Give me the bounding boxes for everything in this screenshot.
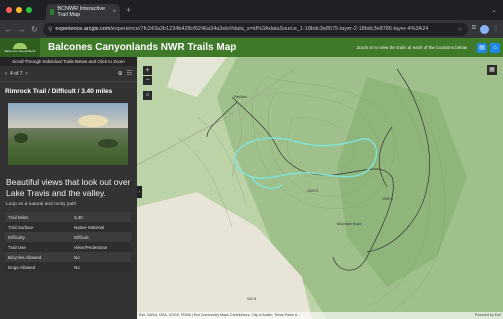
new-tab-icon[interactable]: +: [126, 5, 131, 15]
attribution-text: Esri, NASA, NGA, USGS, FEMA | Esri Commu…: [139, 313, 302, 317]
trail-info-panel: Scroll Through Individual Trails Below a…: [0, 57, 137, 319]
reload-icon[interactable]: ↻: [30, 25, 39, 34]
attribute-label: Difficulty: [5, 232, 71, 242]
url-text: experience.arcgis.com/experience/7fc243a…: [55, 26, 429, 32]
address-bar[interactable]: ⚲ experience.arcgis.com/experience/7fc24…: [43, 22, 468, 36]
map-label-pavilion: Pavilion: [234, 95, 247, 99]
attribute-value: Hiker/Pedestrian: [71, 242, 131, 252]
attribute-label: Dogs Allowed: [5, 262, 71, 272]
zoom-hint: Zoom in to view the trails at each of th…: [356, 45, 467, 50]
profile-avatar[interactable]: [480, 24, 489, 34]
close-window-button[interactable]: [6, 7, 12, 13]
map-label-elevation: 1000 ft: [382, 197, 393, 201]
table-row: Difficulty Difficult: [5, 232, 131, 242]
window-controls: [6, 7, 32, 13]
trail-subtitle: Loop on a natural and rocky path: [6, 202, 77, 207]
tab-title: BCNWR Interactive Trail Map: [57, 6, 106, 18]
browser-menu-icon[interactable]: ⋮: [493, 25, 499, 34]
home-icon[interactable]: ⌂: [143, 91, 152, 100]
app-header: Balcones Canyonlands Balcones Canyonland…: [0, 38, 503, 57]
app-title: Balcones Canyonlands NWR Trails Map: [48, 42, 237, 53]
logo-text: Balcones Canyonlands: [4, 48, 36, 53]
print-icon[interactable]: ▤: [477, 42, 487, 53]
map-label-elevation: 1020 ft: [307, 189, 318, 193]
collapse-panel-button[interactable]: ‹: [137, 186, 142, 198]
zoom-out-button[interactable]: −: [143, 76, 152, 85]
attribute-value: Difficult: [71, 232, 131, 242]
trail-map[interactable]: Pavilion 1020 ft 1000 ft 940 ft Mountain…: [137, 57, 503, 319]
map-label-elevation: 940 ft: [247, 297, 256, 301]
trail-description: Beautiful views that look out over Lake …: [6, 177, 131, 198]
table-row: Dogs Allowed No: [5, 262, 131, 272]
trail-photo: [8, 103, 128, 165]
map-canvas: [137, 57, 503, 319]
zoom-in-button[interactable]: +: [143, 66, 152, 75]
pager-count: 4 of 7: [10, 70, 23, 77]
next-feature-icon[interactable]: ›: [26, 71, 28, 77]
bookmark-star-icon[interactable]: ☆: [457, 26, 462, 33]
share-icon[interactable]: ⌂: [490, 42, 500, 53]
trail-title: Rimrock Trail / Difficult / 3.40 miles: [5, 88, 113, 95]
attribute-label: Trail Use: [5, 242, 71, 252]
back-arrow-icon[interactable]: ←: [4, 25, 13, 34]
attribute-value: 3.40: [71, 212, 131, 222]
browser-tab-bar: BCNWR Interactive Trail Map × + ⌄: [0, 0, 503, 20]
map-label-road: Mountain Road: [337, 222, 362, 226]
browser-toolbar: ← → ↻ ⚲ experience.arcgis.com/experience…: [0, 20, 503, 38]
attribute-value: No: [71, 252, 131, 262]
feature-pager: ‹ 4 of 7 › ⊕ ☷: [0, 66, 137, 82]
powered-by-esri[interactable]: Powered by Esri: [475, 312, 503, 319]
attribute-value: Native Material: [71, 222, 131, 232]
refuge-logo: Balcones Canyonlands: [0, 38, 40, 57]
attribute-label: Trail Miles: [5, 212, 71, 222]
favicon-icon: [50, 9, 55, 15]
maximize-window-button[interactable]: [26, 7, 32, 13]
previous-feature-icon[interactable]: ‹: [5, 71, 7, 77]
map-attribution: Esri, NASA, NGA, USGS, FEMA | Esri Commu…: [137, 312, 503, 319]
list-view-icon[interactable]: ☷: [127, 70, 132, 77]
trail-attributes-table: Trail Miles 3.40 Trail Surface Native Mate…: [5, 212, 131, 272]
tab-list-chevron-icon[interactable]: ⌄: [491, 6, 497, 14]
close-tab-icon[interactable]: ×: [112, 9, 116, 15]
scroll-hint: Scroll Through Individual Trails Below a…: [0, 57, 137, 66]
site-info-icon[interactable]: ⚲: [48, 26, 52, 33]
table-row: Trail Surface Native Material: [5, 222, 131, 232]
minimize-window-button[interactable]: [16, 7, 22, 13]
browser-tab[interactable]: BCNWR Interactive Trail Map ×: [46, 4, 120, 20]
forward-arrow-icon[interactable]: →: [17, 25, 26, 34]
extensions-icon[interactable]: ⧉: [472, 25, 476, 34]
zoom-to-icon[interactable]: ⊕: [118, 70, 123, 77]
layer-list-icon[interactable]: ▦: [487, 65, 497, 75]
table-row: Trail Miles 3.40: [5, 212, 131, 222]
table-row: Trail Use Hiker/Pedestrian: [5, 242, 131, 252]
attribute-label: Trail Surface: [5, 222, 71, 232]
attribute-value: No: [71, 262, 131, 272]
attribute-label: Bicycles Allowed: [5, 252, 71, 262]
table-row: Bicycles Allowed No: [5, 252, 131, 262]
